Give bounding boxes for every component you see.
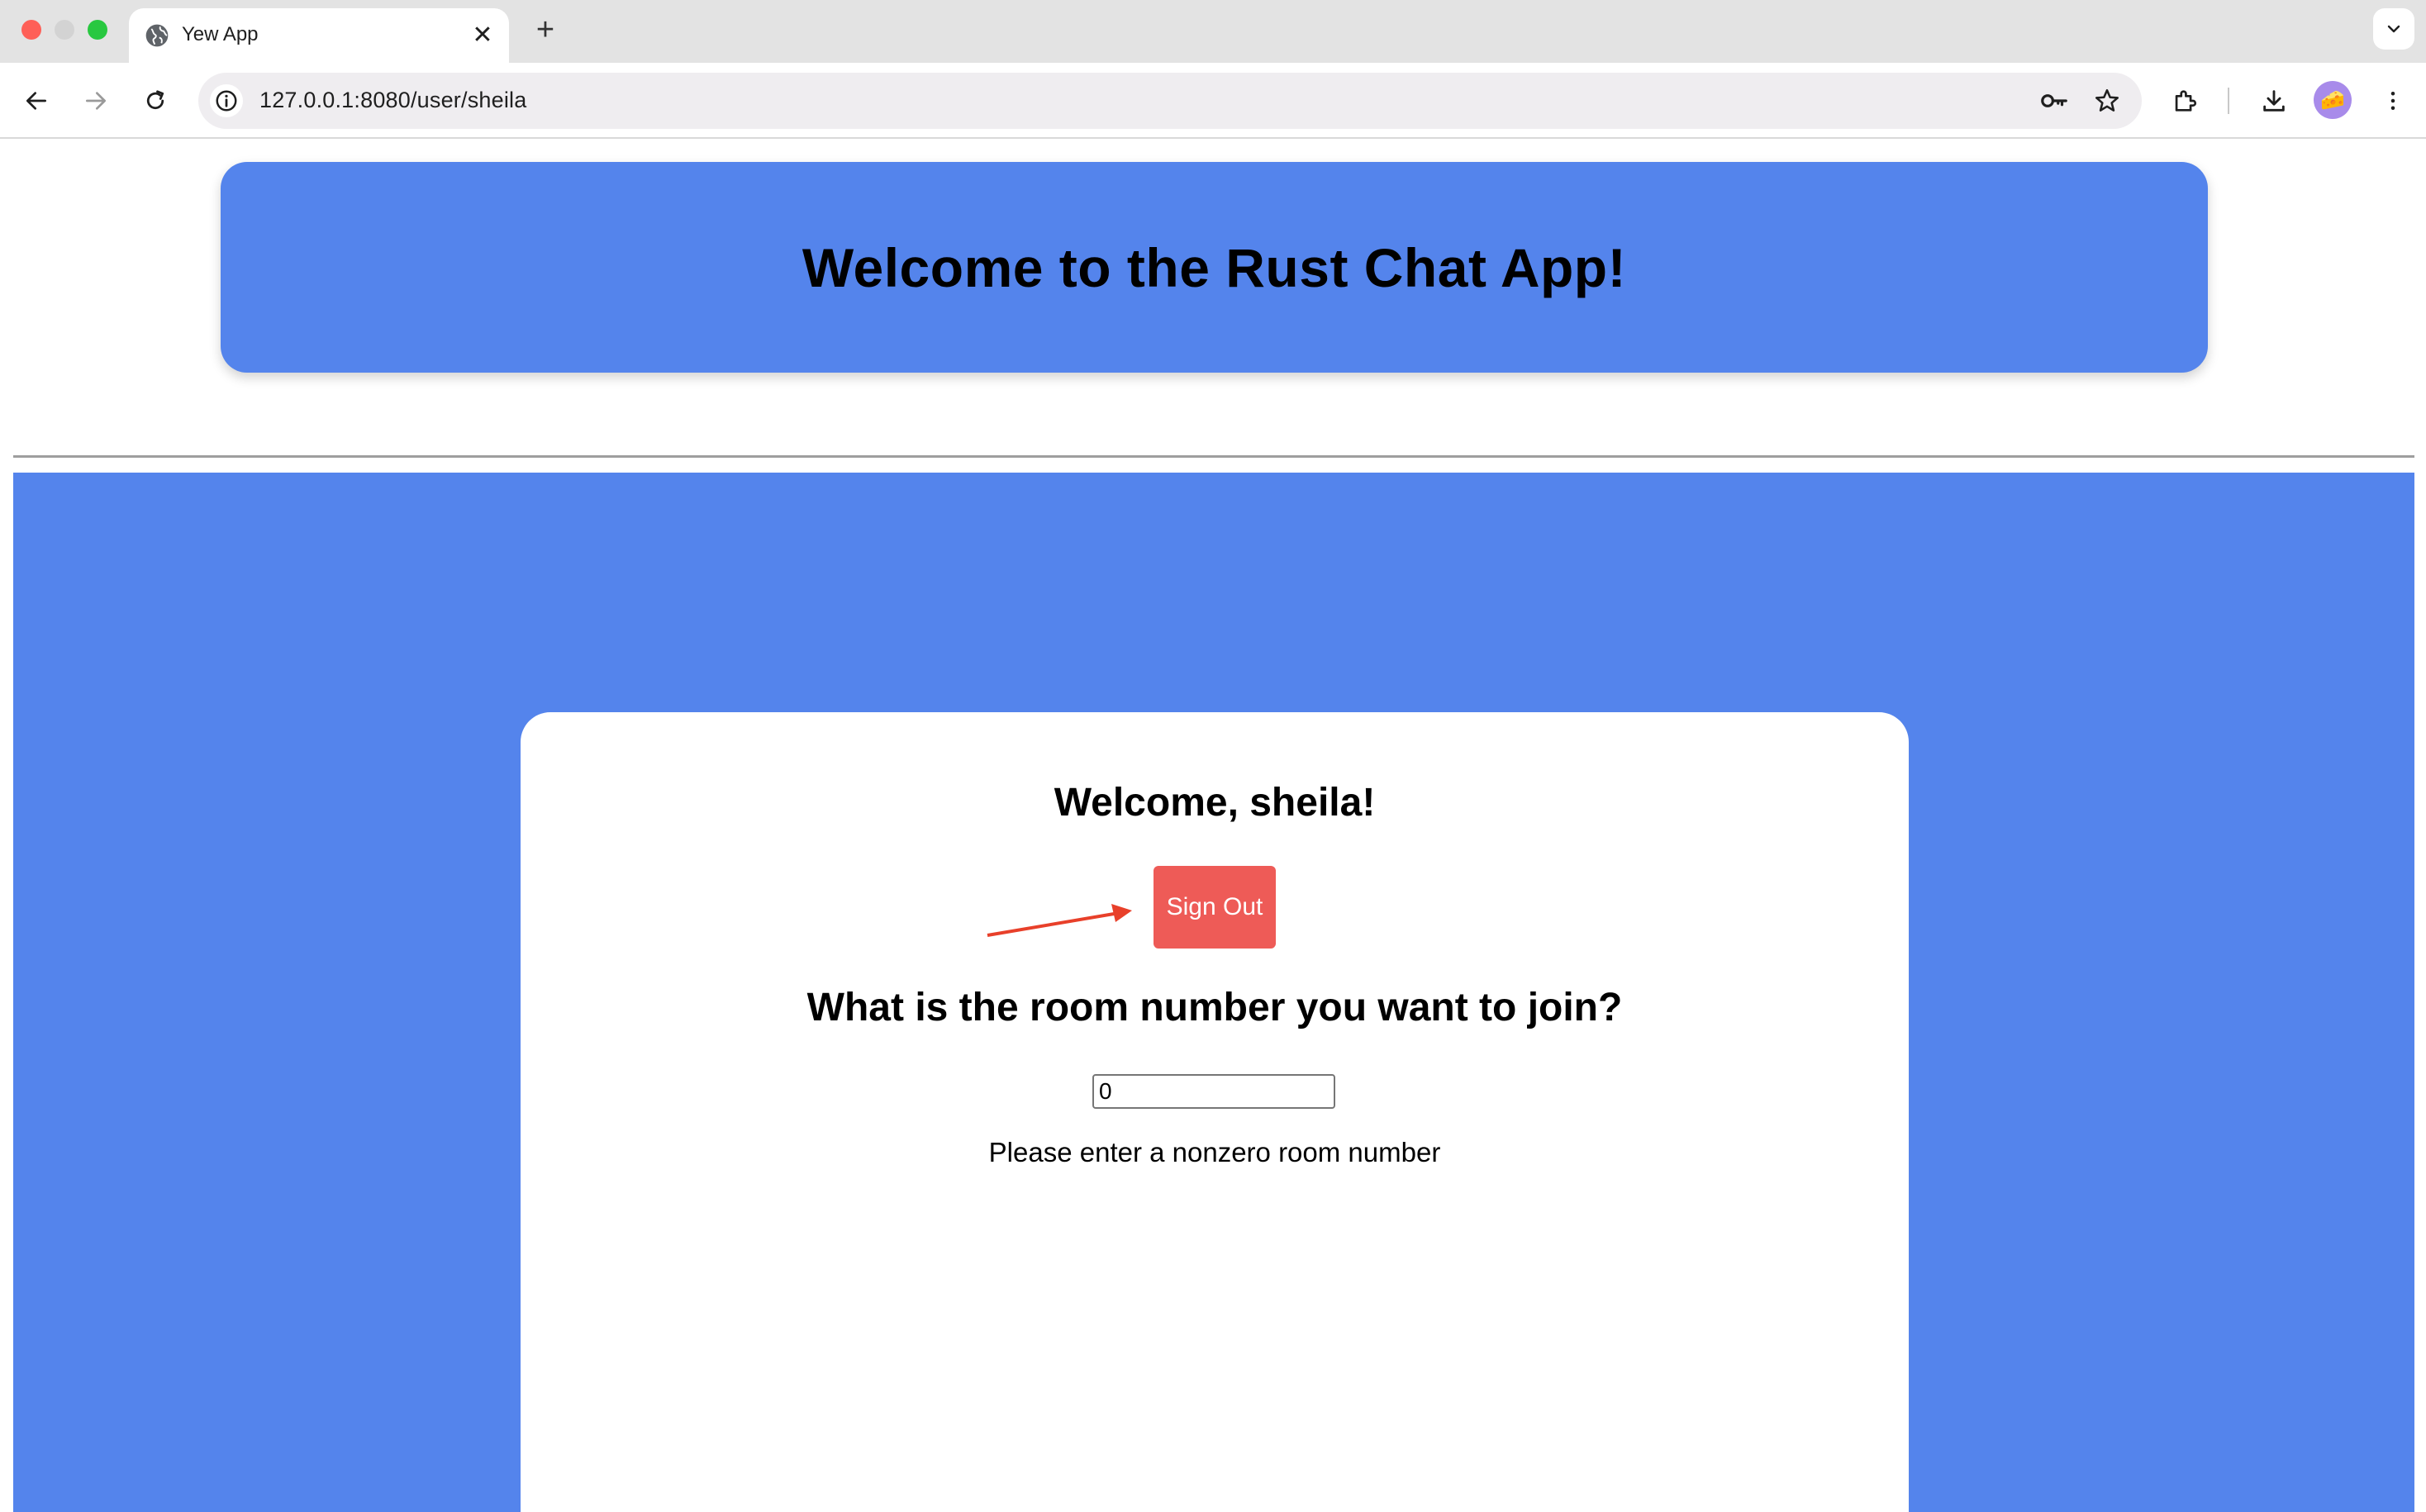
window-minimize-button[interactable] <box>55 20 74 40</box>
welcome-heading: Welcome, sheila! <box>1054 781 1376 825</box>
extensions-icon[interactable] <box>2165 81 2205 121</box>
new-tab-button[interactable]: + <box>527 12 564 48</box>
browser-toolbar: 127.0.0.1:8080/user/sheila 🧀 <box>0 63 2426 139</box>
window-maximize-button[interactable] <box>88 20 107 40</box>
sign-out-button[interactable]: Sign Out <box>1154 866 1276 949</box>
password-key-icon[interactable] <box>2038 84 2071 117</box>
profile-avatar-icon[interactable]: 🧀 <box>2314 81 2352 119</box>
browser-tab-bar: Yew App ✕ + <box>0 0 2426 63</box>
site-info-icon[interactable] <box>210 84 243 117</box>
tab-search-chevron-icon[interactable] <box>2373 8 2414 50</box>
globe-icon <box>145 24 169 47</box>
room-number-input[interactable] <box>1092 1074 1335 1109</box>
download-icon[interactable] <box>2254 81 2294 121</box>
address-url[interactable]: 127.0.0.1:8080/user/sheila <box>259 88 526 113</box>
toolbar-divider <box>2228 88 2229 114</box>
app-header-banner: Welcome to the Rust Chat App! <box>221 162 2208 373</box>
room-question-heading: What is the room number you want to join… <box>806 986 1623 1029</box>
divider-line <box>13 455 2414 458</box>
browser-tab[interactable]: Yew App ✕ <box>129 8 509 63</box>
tab-title: Yew App <box>182 23 259 45</box>
address-bar[interactable]: 127.0.0.1:8080/user/sheila <box>198 73 2142 129</box>
bookmark-star-icon[interactable] <box>2091 84 2124 117</box>
forward-arrow-icon[interactable] <box>76 81 116 121</box>
tab-close-icon[interactable]: ✕ <box>468 20 497 50</box>
window-close-button[interactable] <box>21 20 41 40</box>
more-menu-icon[interactable] <box>2373 81 2413 121</box>
user-card: Welcome, sheila! Sign Out What is the ro… <box>521 712 1909 1512</box>
back-arrow-icon[interactable] <box>17 81 56 121</box>
reload-icon[interactable] <box>136 81 175 121</box>
app-title: Welcome to the Rust Chat App! <box>802 236 1627 298</box>
room-hint-text: Please enter a nonzero room number <box>988 1137 1441 1167</box>
